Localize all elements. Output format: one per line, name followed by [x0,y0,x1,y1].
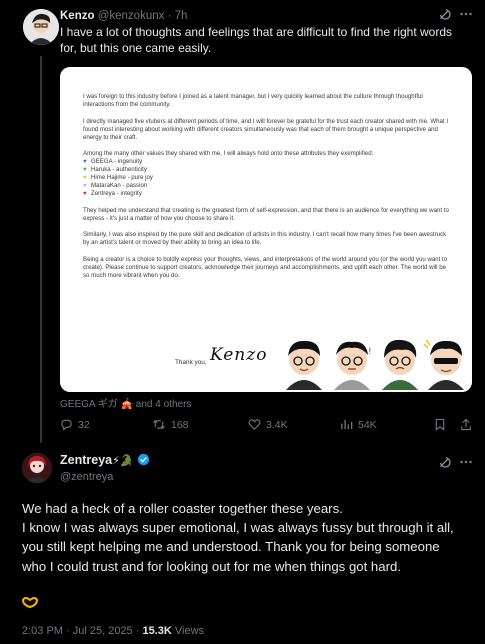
repost-button[interactable]: 168 [152,418,189,431]
like-button[interactable]: 3.4K [248,418,288,431]
tweet1-time[interactable]: 7h [175,10,188,22]
analytics-icon [341,419,353,430]
green-heart-icon: ♥ [83,167,87,173]
tweet2-timestamp[interactable]: 2:03 PM · Jul 25, 2025 · [22,625,139,637]
bookmark-icon [435,418,445,431]
zentreya-avatar[interactable] [22,453,52,483]
attribute-item: ♥ MataraKan - passion [83,182,148,189]
attribute-item: ♥ GEEGA - ingenuity [83,158,143,165]
tweet1-author-handle[interactable]: @kenzokunx [98,10,165,22]
like-count: 3.4K [266,418,288,431]
more-options-icon[interactable] [459,455,473,472]
letter-signoff: Thank you, [175,359,207,366]
name-emojis: ⚡🐊 [112,455,134,467]
heart-icon [248,419,261,430]
letter-paragraph: I was foreign to this industry before I … [83,93,423,108]
chibi-character-1 [282,334,326,392]
svg-text:!: ! [368,347,372,357]
letter-signature: Kenzo [210,345,268,365]
tweet2-meta: 2:03 PM · Jul 25, 2025 · 15.3K Views [22,625,204,637]
letter-image[interactable]: I was foreign to this industry before I … [60,67,472,392]
tweet1-action-bar: 32 168 3.4K 54K [60,418,480,436]
blue-heart-icon: ♥ [83,159,87,165]
tagged-users[interactable]: GEEGA ギガ 🎪 and 4 others [60,395,191,410]
attribute-item: ♥ Haruka - authenticity [83,166,147,173]
tweet2-header: Zentreya⚡🐊 [60,453,150,469]
letter-paragraph: Among the many other values they shared … [83,150,374,157]
chibi-character-4 [422,334,470,392]
tweet1-separator: · [167,10,172,22]
reply-icon [61,419,72,431]
chibi-character-3 [378,334,422,392]
thread-connector-line [40,56,42,443]
kenzo-avatar[interactable] [23,9,59,45]
tweet1-author-name[interactable]: Kenzo [60,10,95,22]
tweet2-views-label: Views [174,625,205,637]
letter-paragraph: I directly managed five vtubers at diffe… [83,117,449,141]
views-count: 54K [358,418,377,431]
tweet2-view-count: 15.3K [142,625,172,637]
reply-button[interactable]: 32 [60,418,90,431]
chibi-character-2: ! [330,334,374,392]
more-options-icon[interactable] [459,7,473,24]
yellow-heart-icon: ♥ [83,175,87,181]
letter-body: I was foreign to this industry before I … [83,93,453,288]
bookmark-button[interactable] [434,418,446,431]
letter-paragraph: They helped me understand that creating … [83,206,449,222]
pink-heart-icon: ♥ [83,183,87,189]
red-heart-icon: ♥ [83,191,87,197]
grok-icon[interactable] [438,8,451,24]
tagged-users-text: GEEGA ギガ 🎪 and 4 others [60,399,192,410]
share-button[interactable] [460,418,472,431]
tweet2-text: We had a heck of a roller coaster togeth… [22,501,454,574]
attribute-item: ♥ Hime Hajime - pure joy [83,174,153,181]
heart-hands-emoji [21,595,39,613]
repost-icon [153,419,165,430]
views-button[interactable]: 54K [340,418,377,431]
tweet1-header: Kenzo @kenzokunx · 7h [60,10,187,22]
grok-icon[interactable] [438,456,451,472]
share-icon [461,418,471,431]
letter-paragraph: Similarly, I was also inspired by the pu… [83,231,447,246]
letter-paragraph: Being a creator is a choice to boldly ex… [83,255,448,279]
tweet2-author-name[interactable]: Zentreya [60,453,112,467]
reply-count: 32 [78,418,90,431]
repost-count: 168 [171,418,189,431]
tweet1-text: I have a lot of thoughts and feelings th… [60,25,453,55]
tweet2-author-handle[interactable]: @zentreya [60,471,113,483]
verified-badge-icon [137,453,150,469]
attribute-item: ♥ Zentreya - integrity [83,190,142,197]
